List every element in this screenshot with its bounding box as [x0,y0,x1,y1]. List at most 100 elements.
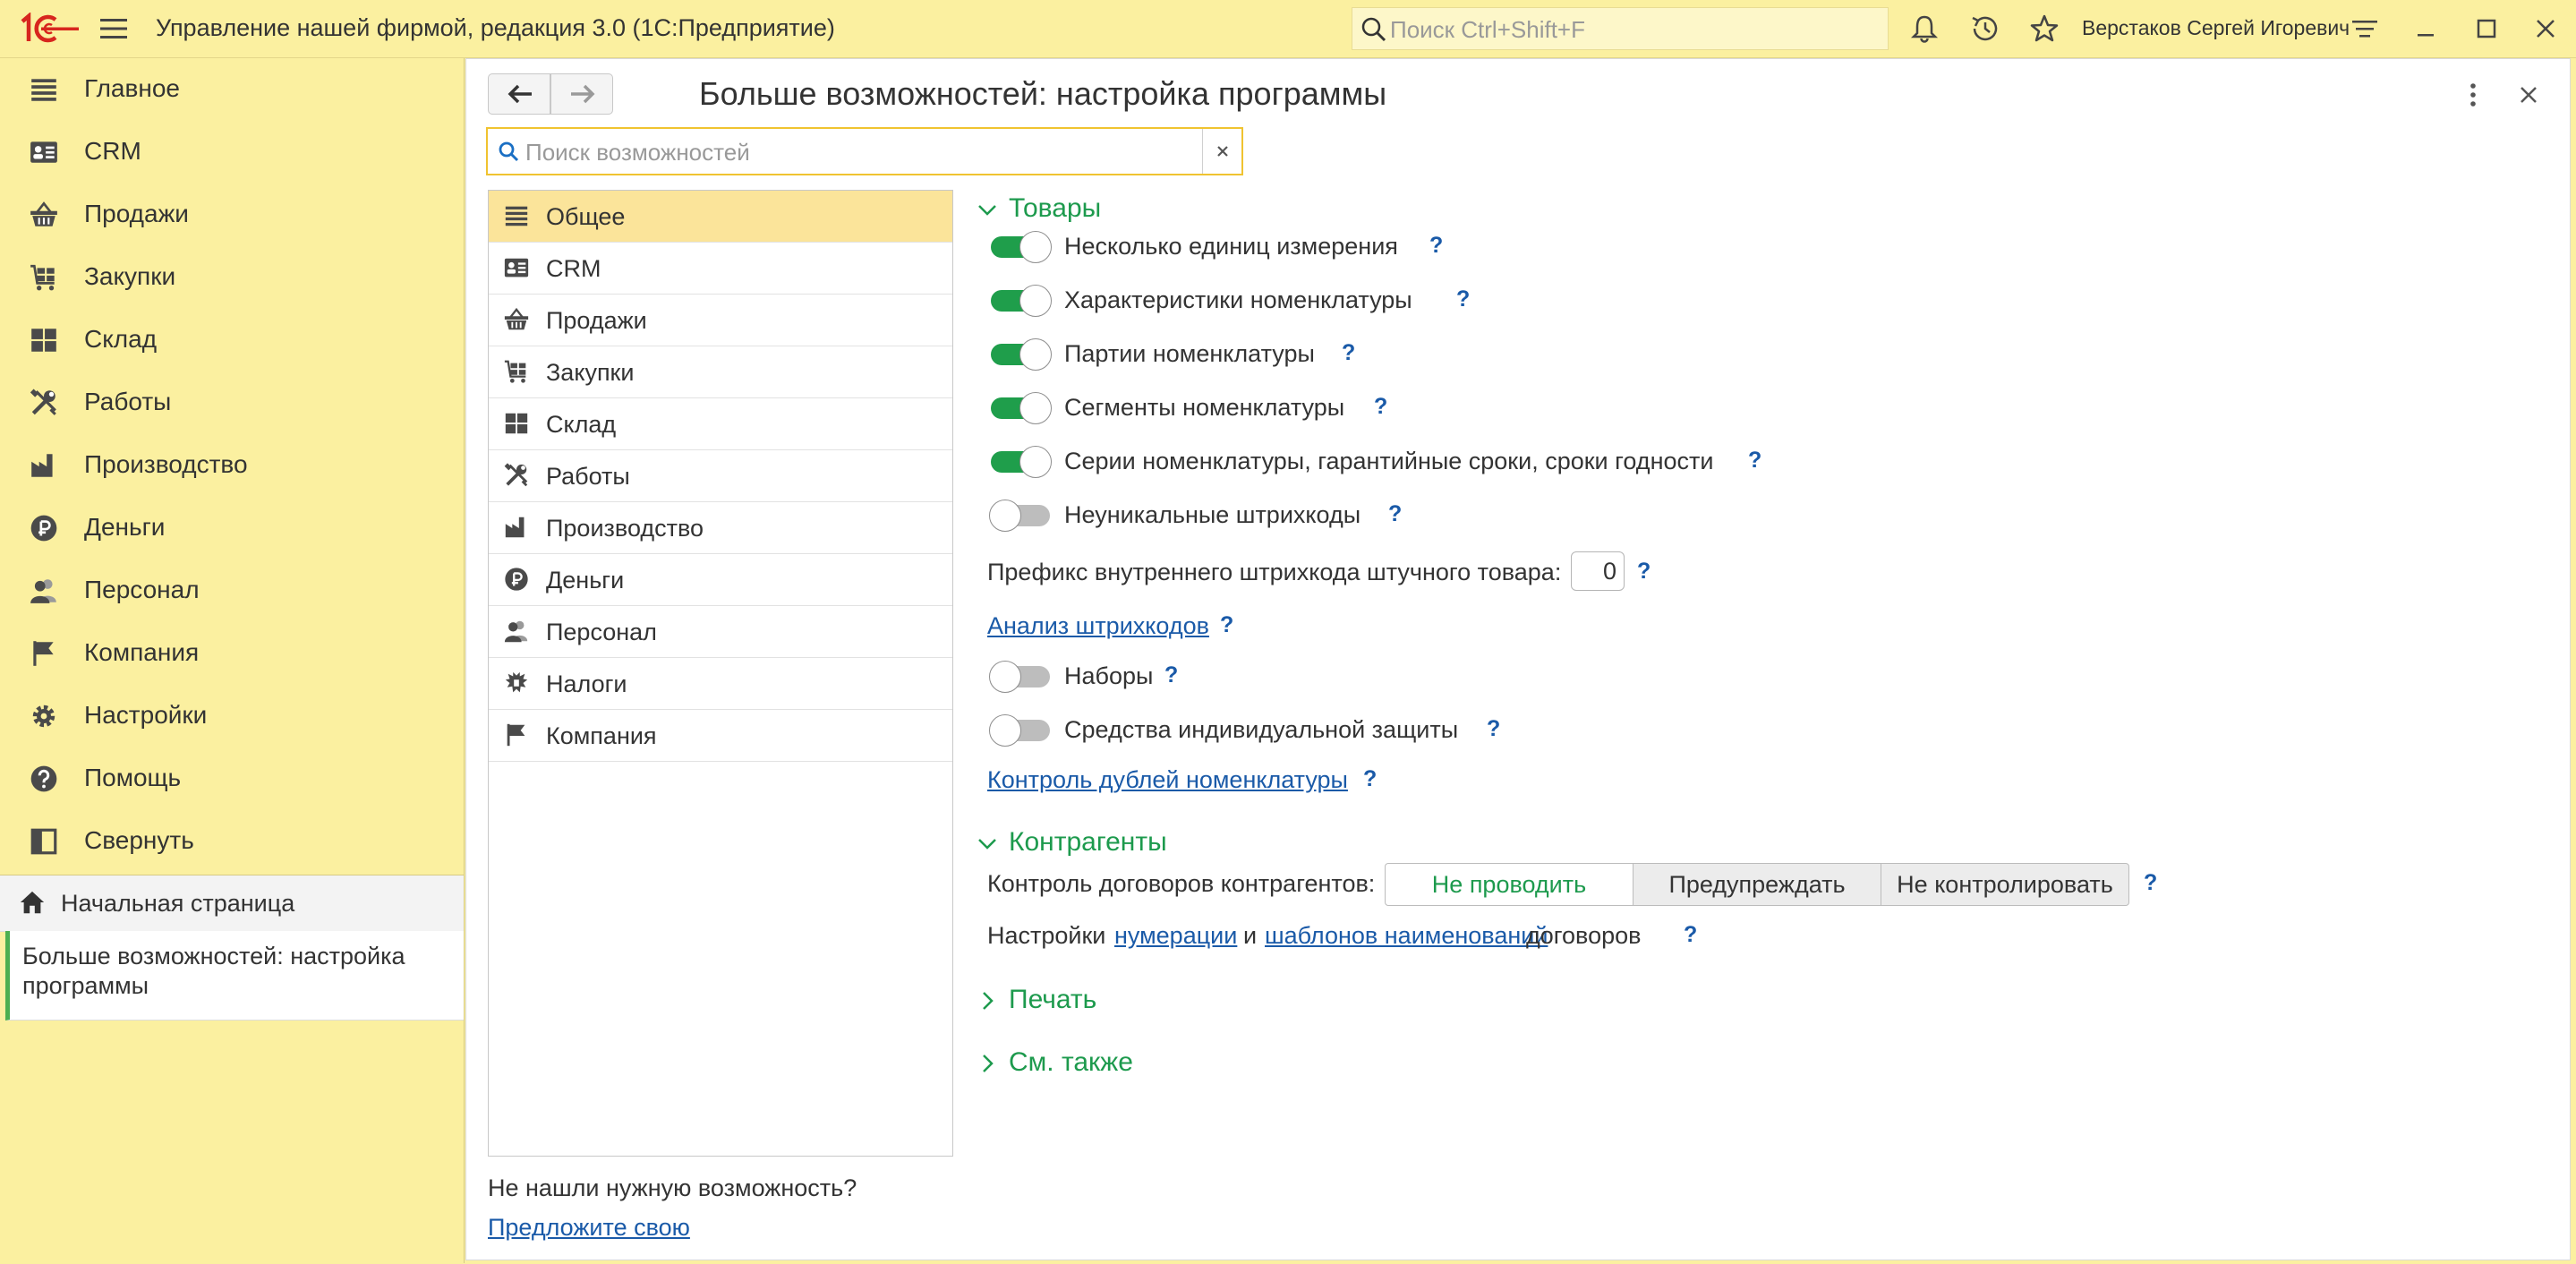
and-text: и [1243,922,1258,949]
option-do-not-post[interactable]: Не проводить [1385,863,1633,906]
feature-search-box[interactable] [486,127,1243,175]
sections-sidebar: Главное CRM Продажи Закупки Склад Работы… [0,58,465,1264]
category-label: Производство [546,515,704,542]
sidebar-item-production[interactable]: Производство [0,434,465,497]
toggle-switch[interactable] [991,285,1052,317]
category-item-production[interactable]: Производство [489,502,952,554]
feature-row: Несколько единиц измерения ? [991,231,1886,267]
clear-icon[interactable] [1213,141,1233,161]
feature-row: Средства индивидуальной защиты ? [989,714,1886,750]
more-vertical-icon[interactable] [2466,79,2480,111]
home-page-tab[interactable]: Начальная страница [0,875,464,932]
feature-row: Сегменты номенклатуры ? [991,392,1886,428]
active-window-tab[interactable]: Больше возможностей: настройка программы [5,931,464,1021]
chevron-right-icon [983,1055,994,1072]
warehouse-icon [29,325,59,355]
help-link[interactable]: ? [1487,716,1500,742]
close-icon[interactable] [2516,82,2541,107]
sidebar-item-company[interactable]: Компания [0,622,465,685]
section-title: Печать [1009,985,1097,1014]
factory-icon [29,450,59,481]
section-see-also-header[interactable]: См. также [977,1047,1245,1083]
sidebar-item-purchases[interactable]: Закупки [0,246,465,309]
toggle-switch[interactable] [989,661,1050,693]
category-item-personnel[interactable]: Персонал [489,606,952,658]
duplicates-control-link[interactable]: Контроль дублей номенклатуры [987,766,1348,794]
maximize-icon[interactable] [2470,13,2503,45]
sidebar-item-settings[interactable]: Настройки [0,685,465,747]
sidebar-item-main[interactable]: Главное [0,58,465,121]
user-name[interactable]: Верстаков Сергей Игоревич [2082,16,2350,40]
toggle-switch[interactable] [991,446,1052,478]
section-print-header[interactable]: Печать [977,985,1245,1021]
section-counterparties-header[interactable]: Контрагенты [977,827,1245,863]
sidebar-item-personnel[interactable]: Персонал [0,559,465,622]
settings-prefix-text: Настройки [987,922,1106,949]
window-close-icon[interactable] [2529,13,2562,45]
toggle-switch[interactable] [989,500,1050,532]
1c-logo-icon[interactable] [20,13,79,45]
category-item-taxes[interactable]: Налоги [489,658,952,710]
help-link[interactable]: ? [1637,559,1651,585]
sidebar-item-crm[interactable]: CRM [0,121,465,184]
sidebar-item-collapse[interactable]: Свернуть [0,810,465,873]
forward-button[interactable] [550,73,613,115]
feature-search-input[interactable] [524,136,1198,168]
toggle-switch[interactable] [991,231,1052,263]
sidebar-item-help[interactable]: Помощь [0,747,465,810]
history-icon[interactable] [1969,13,2001,45]
search-icon [1361,17,1386,42]
sidebar-item-warehouse[interactable]: Склад [0,309,465,372]
help-link[interactable]: ? [1429,233,1443,259]
help-link[interactable]: ? [2144,870,2157,896]
barcode-analysis-link[interactable]: Анализ штрихкодов [987,612,1209,640]
toggle-switch[interactable] [991,338,1052,371]
global-search-input[interactable] [1388,13,1875,46]
people-icon [503,618,530,645]
help-link[interactable]: ? [1748,448,1761,474]
back-button[interactable] [488,73,550,115]
barcode-prefix-input[interactable] [1571,551,1625,591]
category-item-crm[interactable]: CRM [489,243,952,295]
help-link[interactable]: ? [1342,340,1355,366]
category-item-works[interactable]: Работы [489,450,952,502]
toggle-switch[interactable] [989,714,1050,747]
help-link[interactable]: ? [1374,394,1387,420]
help-circle-icon [29,764,59,794]
help-link[interactable]: ? [1363,766,1377,792]
settings-lines-icon[interactable] [2349,13,2381,45]
star-icon[interactable] [2028,13,2060,45]
arrow-right-icon [571,84,595,104]
category-item-company[interactable]: Компания [489,710,952,762]
help-link[interactable]: ? [1684,922,1697,948]
global-search-box[interactable] [1352,7,1889,50]
option-warn[interactable]: Предупреждать [1633,863,1881,906]
section-goods-header[interactable]: Товары [977,193,1245,229]
toggle-switch[interactable] [991,392,1052,424]
help-link[interactable]: ? [1220,612,1233,638]
category-item-sales[interactable]: Продажи [489,295,952,346]
help-link[interactable]: ? [1456,286,1470,312]
category-item-general[interactable]: Общее [489,191,952,243]
minimize-icon[interactable] [2410,13,2442,45]
hamburger-menu-icon[interactable] [98,16,129,41]
sidebar-item-sales[interactable]: Продажи [0,184,465,246]
name-templates-link[interactable]: шаблонов наименований [1265,922,1548,950]
sidebar-item-money[interactable]: Деньги [0,497,465,559]
category-item-money[interactable]: Деньги [489,554,952,606]
category-label: Деньги [546,567,625,594]
not-found-text: Не нашли нужную возможность? [488,1174,857,1201]
ruble-icon [29,513,59,543]
category-item-purchases[interactable]: Закупки [489,346,952,398]
numbering-link[interactable]: нумерации [1114,922,1237,950]
sidebar-item-works[interactable]: Работы [0,372,465,434]
help-link[interactable]: ? [1164,662,1178,688]
crm-icon [29,137,59,167]
sidebar-item-label: Настройки [84,701,208,729]
suggest-feature-link[interactable]: Предложите свою [488,1214,690,1242]
help-link[interactable]: ? [1388,501,1402,527]
option-no-control[interactable]: Не контролировать [1881,863,2129,906]
warehouse-icon [503,410,530,437]
bell-icon[interactable] [1908,13,1941,45]
category-item-warehouse[interactable]: Склад [489,398,952,450]
